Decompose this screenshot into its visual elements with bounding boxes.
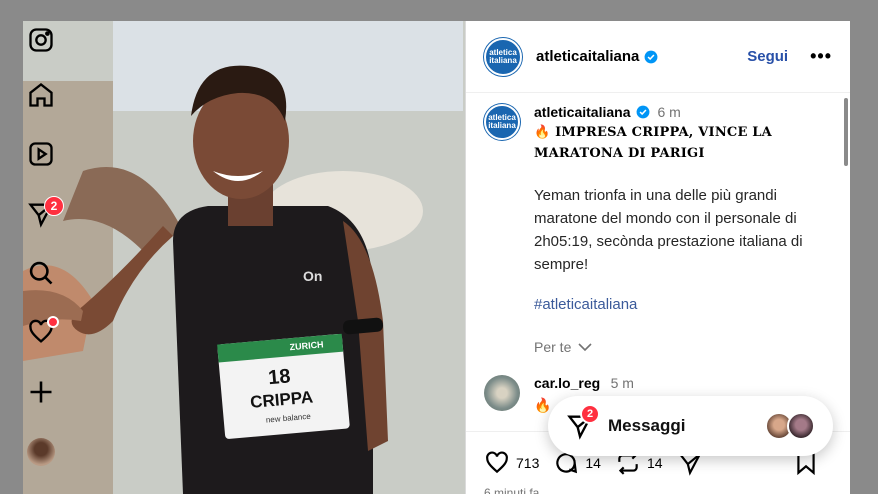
scrollbar-thumb[interactable] <box>844 98 848 166</box>
like-count: 713 <box>516 455 540 471</box>
post-content: atletica italiana atleticaitaliana 6 m 🔥… <box>466 94 840 430</box>
post-photo[interactable]: ZURICH 18 CRIPPA new balance On <box>23 21 465 494</box>
instagram-logo-icon[interactable] <box>26 25 56 55</box>
bib-number: 18 <box>267 365 291 389</box>
chevron-down-icon <box>578 343 592 352</box>
like-button[interactable]: 713 <box>484 450 539 476</box>
more-options-icon[interactable]: ••• <box>810 46 832 67</box>
follow-button[interactable]: Segui <box>747 48 788 65</box>
fire-emoji-icon: 🔥 <box>534 125 551 140</box>
post-header: atletica italiana atleticaitaliana Segui… <box>466 21 850 93</box>
jersey-logo: On <box>303 268 322 284</box>
heart-icon <box>486 451 508 474</box>
messages-pill-badge: 2 <box>580 404 600 424</box>
messages-pill[interactable]: 2 Messaggi <box>548 396 833 456</box>
notifications-dot <box>47 316 59 328</box>
post-age: 6 minuti fa <box>484 486 540 494</box>
post-username[interactable]: atleticaitaliana <box>534 104 631 120</box>
post-caption: Yeman trionfa in una delle più grandi ma… <box>534 187 803 273</box>
reels-icon[interactable] <box>26 139 56 169</box>
comment-avatar[interactable] <box>484 375 520 411</box>
comments-scrollbar[interactable] <box>841 94 849 430</box>
search-icon[interactable] <box>26 258 56 288</box>
comment-count: 14 <box>585 455 601 471</box>
repost-count: 14 <box>646 455 663 471</box>
comment-username[interactable]: car.lo_reg <box>534 375 600 391</box>
header-username[interactable]: atleticaitaliana <box>536 48 639 65</box>
verified-badge-icon <box>636 105 649 119</box>
chat-avatar <box>787 412 815 440</box>
comment-time: 5 m <box>610 375 634 391</box>
profile-avatar[interactable] <box>27 438 55 466</box>
post-hashtag-link[interactable]: #atleticaitaliana <box>534 296 822 313</box>
account-logo[interactable]: atletica italiana <box>484 37 522 76</box>
verified-badge-icon <box>644 50 658 63</box>
create-plus-icon[interactable] <box>26 377 56 407</box>
messages-label: Messaggi <box>608 416 686 435</box>
post-time: 6 m <box>657 104 681 120</box>
per-te-toggle[interactable]: Per te <box>534 339 822 355</box>
home-icon[interactable] <box>26 80 56 110</box>
sidebar: 2 <box>0 0 80 494</box>
messages-badge: 2 <box>44 196 64 216</box>
post-title: 🔥 IMPRESA CRIPPA, VINCE LA MARATONA DI P… <box>534 125 772 161</box>
messages-icon: 2 <box>566 404 600 440</box>
post-author-logo[interactable]: atletica italiana <box>484 104 520 140</box>
